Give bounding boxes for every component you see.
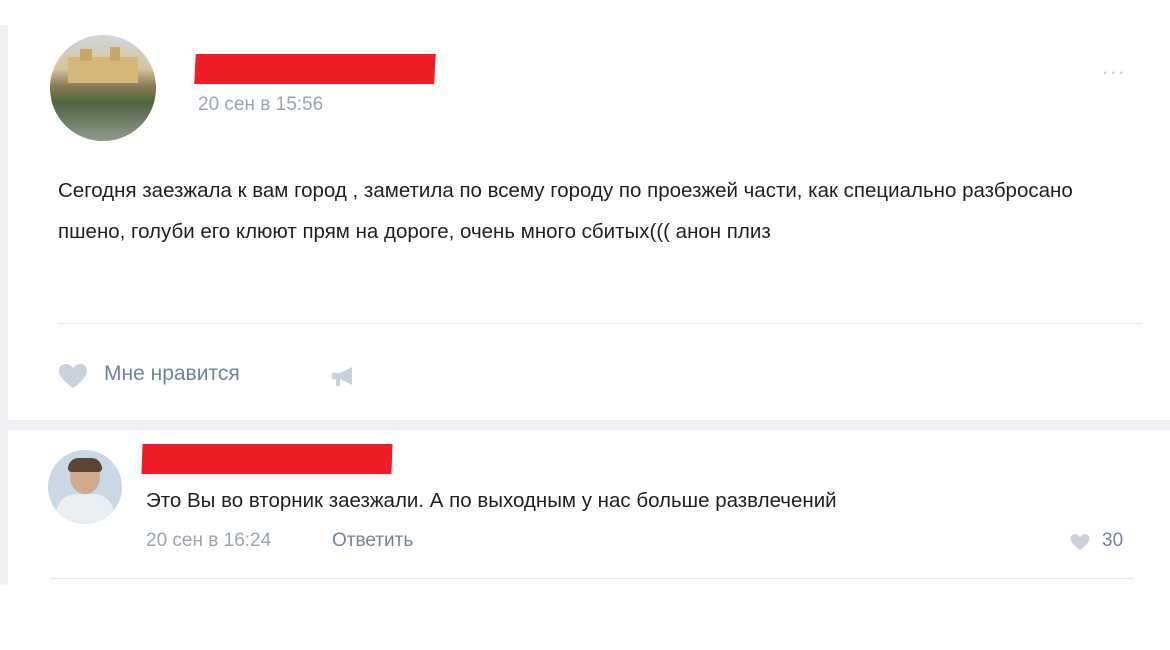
comment-text: Это Вы во вторник заезжали. А по выходны… bbox=[146, 489, 837, 512]
post-text: Сегодня заезжала к вам город , заметила … bbox=[58, 179, 1073, 243]
author-name-redacted bbox=[194, 54, 436, 84]
heart-icon[interactable] bbox=[1070, 533, 1090, 551]
feed-border bbox=[0, 25, 8, 585]
author-avatar[interactable] bbox=[50, 35, 156, 141]
heart-icon[interactable] bbox=[58, 363, 88, 389]
divider bbox=[58, 323, 1142, 324]
avatar-photo-tower bbox=[80, 49, 92, 61]
reply-button[interactable]: Ответить bbox=[332, 530, 413, 552]
post-separator bbox=[0, 420, 1170, 430]
avatar-photo-hair bbox=[68, 458, 102, 472]
comment-like-count: 30 bbox=[1102, 530, 1124, 551]
divider bbox=[50, 578, 1134, 579]
comment-date[interactable]: 20 сен в 16:24 bbox=[146, 530, 271, 552]
avatar-photo-tower bbox=[110, 47, 120, 61]
post-date[interactable]: 20 сен в 15:56 bbox=[198, 94, 323, 116]
comment: Это Вы во вторник заезжали. А по выходны… bbox=[8, 430, 1170, 590]
avatar-photo-shirt bbox=[56, 494, 114, 524]
wall-feed: 20 сен в 15:56 ... Сегодня заезжала к ва… bbox=[0, 0, 1170, 650]
more-options-icon[interactable]: ... bbox=[1102, 56, 1126, 78]
commenter-name-redacted bbox=[141, 444, 393, 474]
avatar-photo-river bbox=[50, 101, 156, 141]
like-button[interactable]: Мне нравится bbox=[104, 362, 240, 386]
wall-post: 20 сен в 15:56 ... Сегодня заезжала к ва… bbox=[8, 0, 1170, 425]
commenter-avatar[interactable] bbox=[48, 450, 122, 524]
megaphone-icon[interactable] bbox=[330, 364, 358, 388]
avatar-photo-building bbox=[68, 57, 138, 83]
